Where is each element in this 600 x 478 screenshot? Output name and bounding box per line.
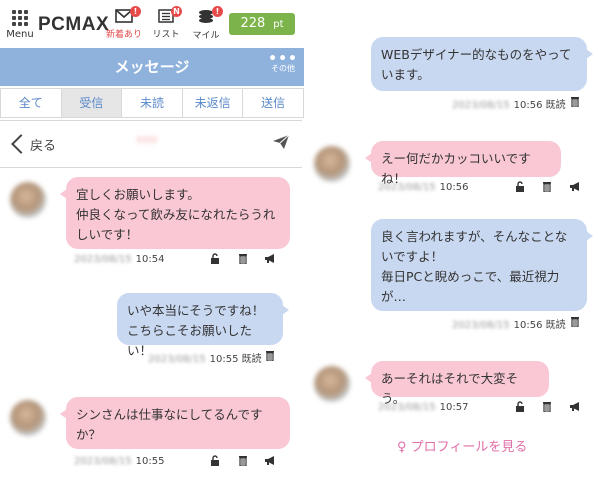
report-megaphone-icon[interactable] (264, 253, 276, 267)
trash-icon[interactable] (238, 253, 248, 267)
message-date: 2023/08/15 (74, 456, 132, 467)
message-bubble-incoming: シンさんは仕事なにしてるんですか？ (60, 397, 290, 449)
unlock-icon[interactable] (210, 455, 220, 469)
mile-button[interactable]: ! マイル (186, 6, 226, 41)
message-meta: 2023/08/15 10:57 (378, 402, 468, 413)
more-label: その他 (271, 64, 296, 73)
message-time: 10:56 (513, 320, 543, 331)
new-mail-button[interactable]: ! 新着あり (104, 6, 144, 40)
message-meta: 2023/08/15 10:55 既読 (148, 350, 262, 365)
mail-badge: ! (130, 6, 141, 17)
list-icon: N (158, 6, 182, 27)
new-mail-label: 新着あり (105, 30, 142, 40)
unlock-icon[interactable] (210, 253, 220, 267)
unlock-icon[interactable] (515, 181, 525, 195)
send-icon[interactable] (272, 134, 290, 154)
back-button[interactable]: 戻る (30, 135, 56, 154)
trash-icon[interactable] (570, 96, 580, 110)
chevron-left-icon[interactable] (11, 134, 31, 154)
message-date: 2023/08/15 (74, 254, 132, 265)
tab-received[interactable]: 受信 (61, 89, 123, 117)
mile-label: マイル (192, 31, 220, 41)
message-tabs: 全て 受信 未読 未返信 送信 (0, 88, 304, 118)
message-bubble-outgoing: いや本当にそうですね！ こちらこそお願いしたい！ (117, 293, 289, 358)
message-time: 10:57 (439, 402, 469, 413)
menu-label: Menu (6, 29, 34, 40)
message-date: 2023/08/15 (148, 354, 206, 365)
report-megaphone-icon[interactable] (264, 455, 276, 469)
read-status: 既読 (241, 354, 262, 365)
message-date: 2023/08/15 (452, 100, 510, 111)
message-meta: 2023/08/15 10:56 既読 (452, 316, 566, 331)
message-meta: 2023/08/15 10:56 (378, 182, 468, 193)
trash-icon[interactable] (542, 401, 552, 415)
logo[interactable]: PCMAX (38, 14, 109, 36)
partner-name: ???? (136, 136, 158, 147)
trash-icon[interactable] (265, 350, 275, 364)
message-date: 2023/08/15 (378, 182, 436, 193)
read-status: 既読 (545, 320, 566, 331)
view-profile-link[interactable]: ♀ プロフィールを見る (397, 436, 527, 455)
trash-icon[interactable] (542, 181, 552, 195)
message-time: 10:55 (209, 354, 239, 365)
avatar[interactable] (314, 146, 350, 182)
tab-all[interactable]: 全て (1, 89, 62, 117)
trash-icon[interactable] (570, 316, 580, 330)
more-button[interactable]: ••• その他 (268, 51, 298, 74)
female-icon: ♀ (397, 440, 407, 455)
message-bubble-incoming: あーそれはそれで大変そう。 (365, 361, 549, 406)
message-time: 10:55 (135, 456, 165, 467)
message-date: 2023/08/15 (452, 320, 510, 331)
menu-button[interactable]: Menu (6, 10, 34, 40)
tab-unreplied[interactable]: 未返信 (183, 89, 244, 117)
points-unit: pt (273, 19, 284, 30)
list-badge: N (171, 6, 182, 17)
mail-icon: ! (115, 6, 141, 27)
list-label: リスト (152, 30, 180, 40)
report-megaphone-icon[interactable] (569, 181, 581, 195)
report-megaphone-icon[interactable] (569, 401, 581, 415)
tab-unread[interactable]: 未読 (122, 89, 183, 117)
tab-sent[interactable]: 送信 (243, 89, 303, 117)
message-meta: 2023/08/15 10:56 既読 (452, 96, 566, 111)
title-bar: メッセージ ••• その他 (0, 48, 304, 86)
message-bubble-incoming: えー何だかカッコいいですね！ (365, 141, 561, 186)
mile-badge: ! (212, 6, 223, 17)
message-bubble-incoming: 宜しくお願いします。 仲良くなって飲み友になれたらうれしいです！ (60, 177, 290, 249)
message-time: 10:56 (513, 100, 543, 111)
message-meta: 2023/08/15 10:54 (74, 254, 164, 265)
points-value: 228 (240, 16, 266, 31)
more-dots-icon: ••• (268, 51, 298, 67)
unlock-icon[interactable] (515, 401, 525, 415)
message-date: 2023/08/15 (378, 402, 436, 413)
read-status: 既読 (545, 100, 566, 111)
message-bubble-outgoing: 良く言われますが、そんなことないですよ！ 毎日PCと睨めっこで、最近視力が… (371, 219, 593, 311)
page-title: メッセージ (114, 58, 190, 76)
avatar[interactable] (10, 400, 46, 436)
menu-grid-icon (12, 10, 28, 26)
avatar[interactable] (314, 366, 350, 402)
message-bubble-outgoing: WEBデザイナー的なものをやっています。 (371, 37, 593, 91)
avatar[interactable] (10, 182, 46, 218)
points-button[interactable]: 228 pt (229, 13, 295, 35)
trash-icon[interactable] (238, 455, 248, 469)
coins-icon: ! (197, 6, 223, 28)
message-time: 10:56 (439, 182, 469, 193)
message-time: 10:54 (135, 254, 165, 265)
message-meta: 2023/08/15 10:55 (74, 456, 164, 467)
conversation-header: 戻る ???? (0, 120, 302, 168)
view-profile-label: プロフィールを見る (410, 440, 528, 455)
list-button[interactable]: N リスト (146, 6, 186, 40)
